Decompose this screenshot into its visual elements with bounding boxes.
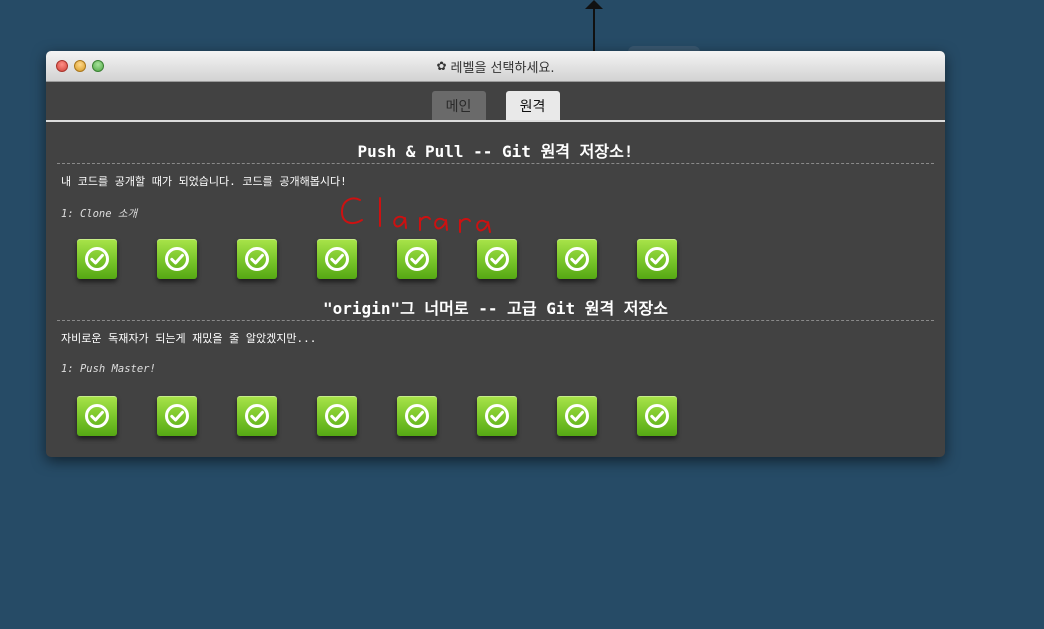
level-button[interactable] [397,396,437,436]
section-description: 자비로운 독재자가 되는게 재밌을 줄 알았겠지만... [61,332,317,345]
level-button[interactable] [77,396,117,436]
level-button[interactable] [157,396,197,436]
check-circle-icon [645,404,669,428]
check-circle-icon [325,404,349,428]
check-circle-icon [405,404,429,428]
section-title-push-pull: Push & Pull -- Git 원격 저장소! [357,142,634,161]
level-button[interactable] [157,239,197,279]
check-circle-icon [405,247,429,271]
arrow-up-icon [585,0,603,9]
level-button[interactable] [637,396,677,436]
check-circle-icon [245,404,269,428]
check-circle-icon [85,404,109,428]
check-circle-icon [165,404,189,428]
check-circle-icon [85,247,109,271]
gear-icon: ✿ [436,59,447,73]
section-divider [57,163,934,164]
tab-bar: 메인 원격 [46,91,945,120]
section-title-origin: "origin"그 너머로 -- 고급 Git 원격 저장소 [323,299,668,318]
check-circle-icon [485,247,509,271]
title-bar[interactable]: ✿ 레벨을 선택하세요. [46,51,945,82]
level-button[interactable] [637,239,677,279]
section-description: 내 코드를 공개할 때가 되었습니다. 코드를 공개해봅시다! [61,175,347,188]
background-arrow-line [593,6,595,52]
check-circle-icon [645,247,669,271]
check-circle-icon [325,247,349,271]
handwritten-signature [341,197,491,233]
level-button[interactable] [557,396,597,436]
check-circle-icon [565,404,589,428]
section-divider [57,320,934,321]
level-button[interactable] [77,239,117,279]
tab-remote[interactable]: 원격 [505,91,560,120]
tab-divider [46,120,945,122]
level-button[interactable] [477,396,517,436]
window-title: 레벨을 선택하세요. [450,60,555,76]
level-button[interactable] [237,239,277,279]
check-circle-icon [165,247,189,271]
check-circle-icon [565,247,589,271]
level-grid-origin [77,396,677,436]
level-button[interactable] [557,239,597,279]
level-label: 1: Clone 소개 [61,208,138,220]
level-label: 1: Push Master! [61,363,156,375]
level-button[interactable] [317,396,357,436]
check-circle-icon [245,247,269,271]
level-button[interactable] [397,239,437,279]
tab-main[interactable]: 메인 [431,91,486,120]
level-select-window: ✿ 레벨을 선택하세요. 메인 원격 Push & Pull -- Git 원격… [46,51,945,457]
level-button[interactable] [317,239,357,279]
check-circle-icon [485,404,509,428]
level-button[interactable] [237,396,277,436]
level-grid-push-pull [77,239,677,279]
level-button[interactable] [477,239,517,279]
